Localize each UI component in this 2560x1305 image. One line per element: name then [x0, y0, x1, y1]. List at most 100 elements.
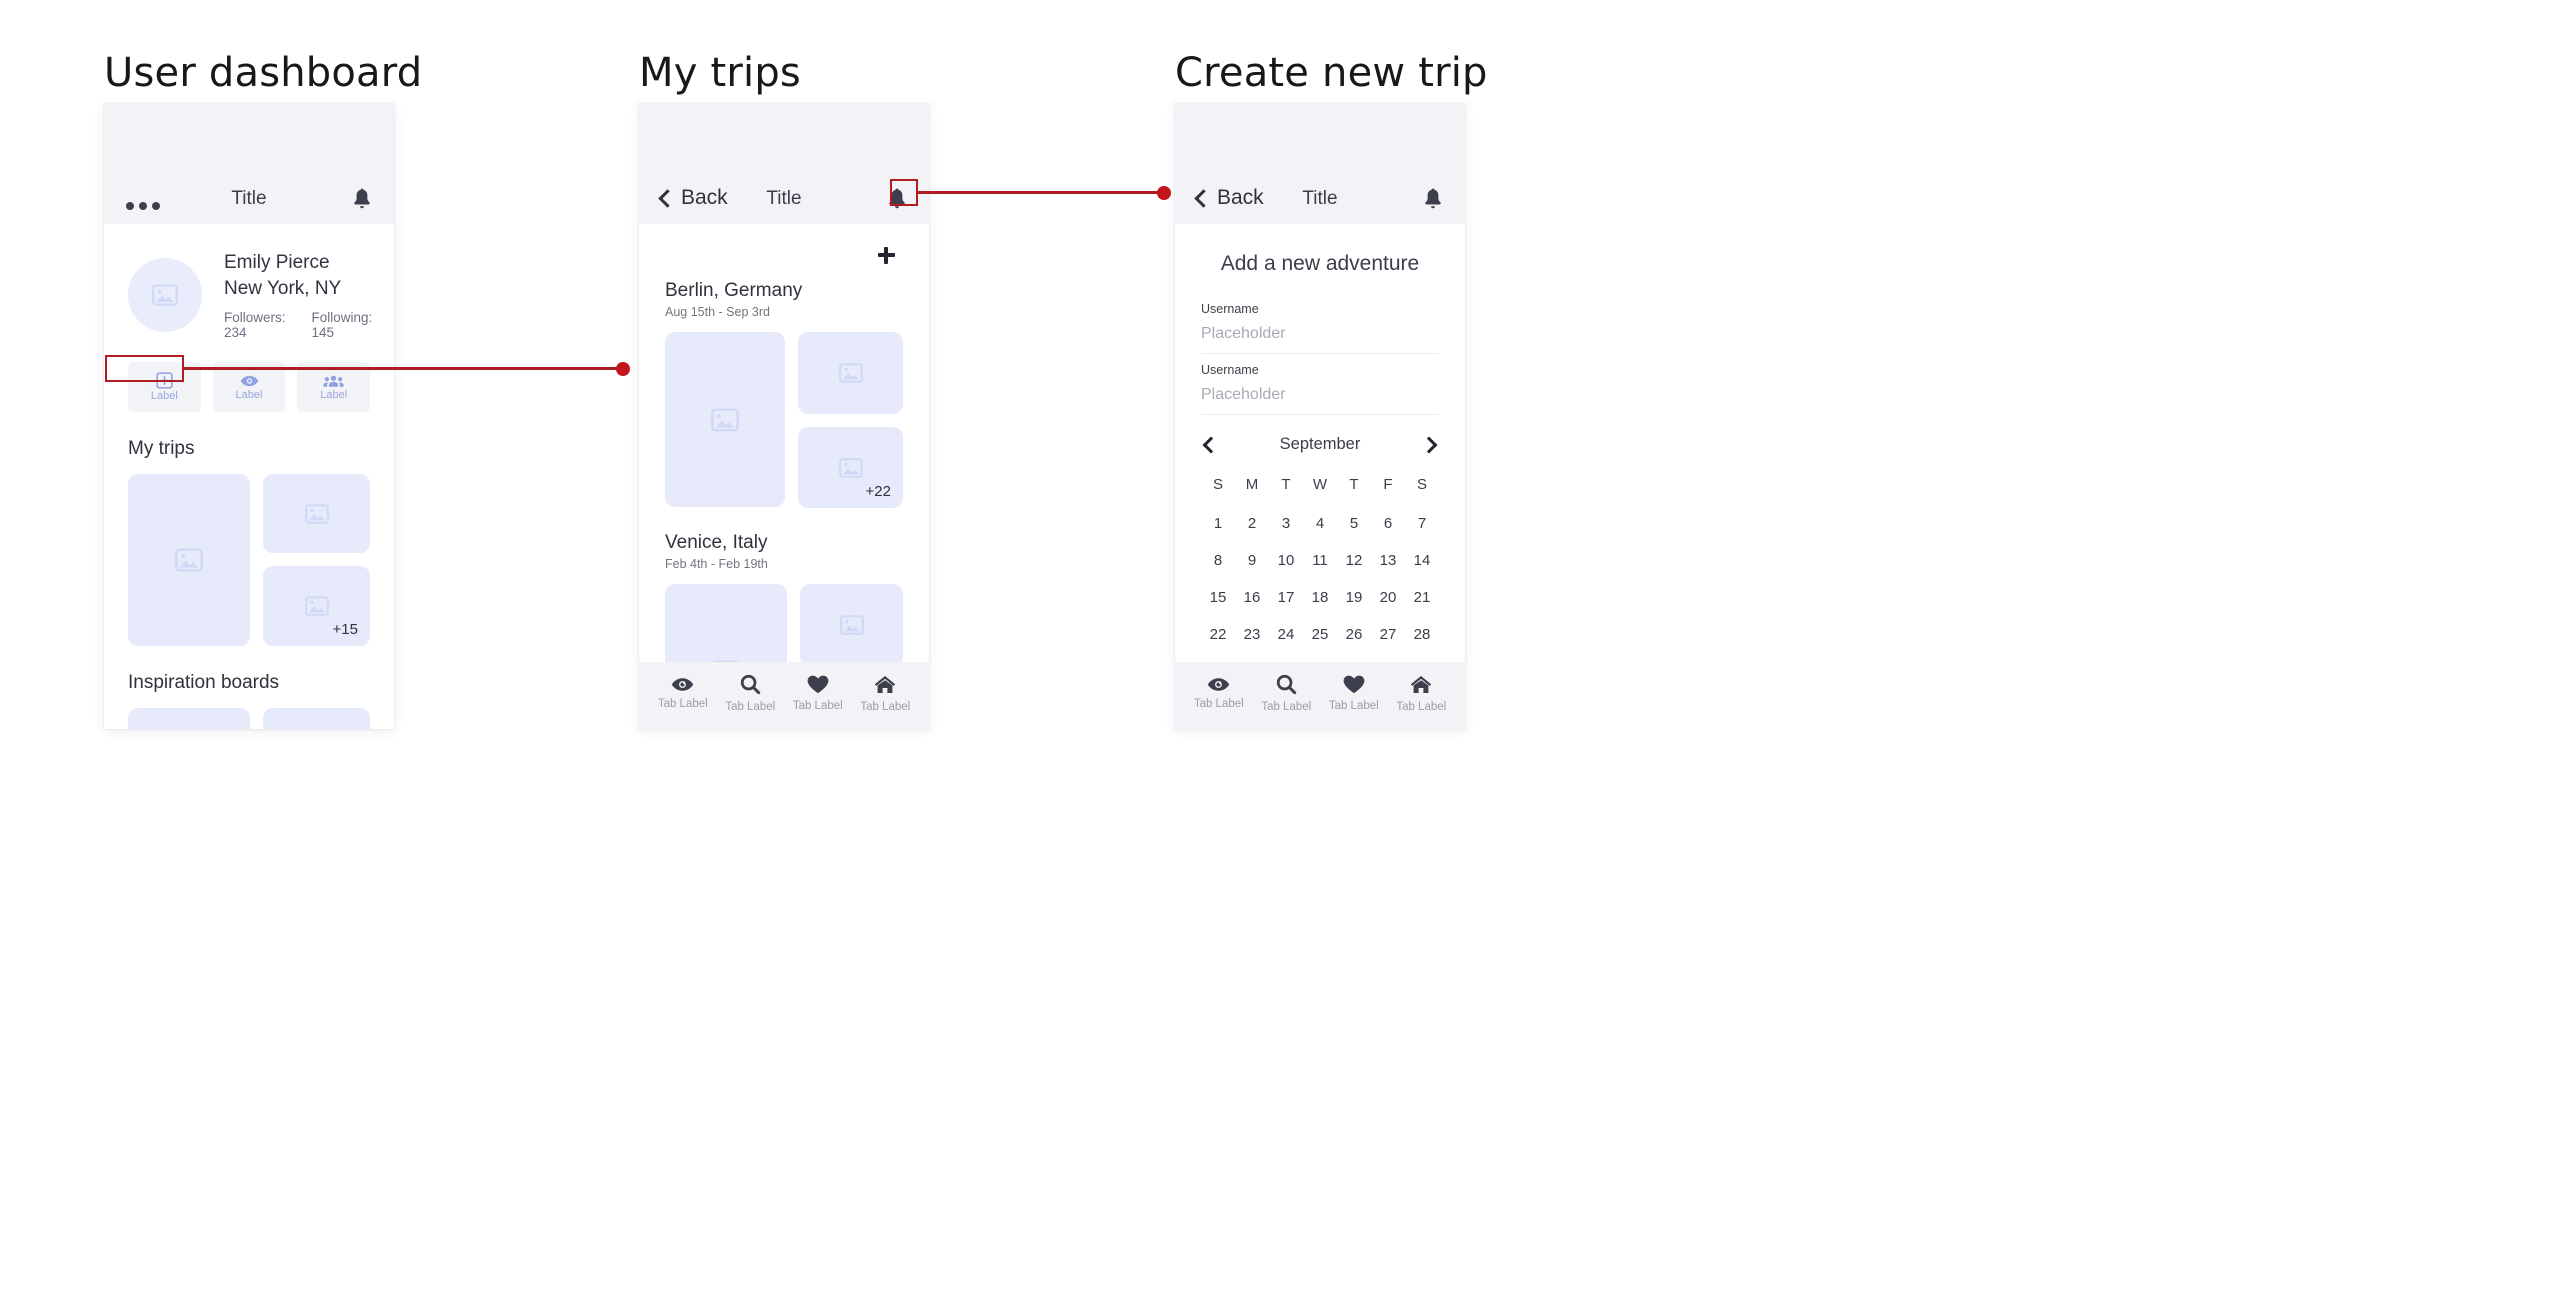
trip-tile[interactable]	[128, 474, 250, 647]
phone-dashboard: Title Emily Pierce New York, NY Follower…	[104, 104, 394, 729]
calendar-day[interactable]: 20	[1371, 579, 1405, 616]
image-placeholder-icon	[838, 457, 863, 478]
calendar-day[interactable]: 11	[1303, 542, 1337, 579]
tab-view[interactable]: Tab Label	[1185, 677, 1253, 710]
page-title-create: Create new trip	[1175, 50, 1488, 96]
tab-label: Tab Label	[1261, 701, 1312, 713]
calendar-day[interactable]: 9	[1235, 542, 1269, 579]
tab-search[interactable]: Tab Label	[1253, 674, 1321, 713]
calendar-day[interactable]: 24	[1269, 616, 1303, 653]
calendar-day[interactable]: 28	[1405, 616, 1439, 653]
section-heading-my-trips: My trips	[128, 438, 195, 460]
action-label: Label	[320, 388, 348, 401]
avatar[interactable]	[128, 258, 202, 333]
image-placeholder-icon	[711, 408, 739, 431]
calendar-day[interactable]: 22	[1201, 616, 1235, 653]
action-button-view[interactable]: Label	[212, 362, 286, 413]
field-input[interactable]: Placeholder	[1201, 316, 1439, 353]
trip-tile[interactable]	[263, 474, 370, 554]
trip-photo-tile[interactable]	[798, 332, 903, 414]
trip-photo-tile[interactable]	[665, 584, 787, 662]
more-menu-button[interactable]	[126, 202, 216, 210]
overflow-count: +22	[865, 483, 891, 500]
calendar-day[interactable]: 5	[1337, 505, 1371, 542]
tab-view[interactable]: Tab Label	[649, 677, 717, 710]
calendar-day[interactable]: 23	[1235, 616, 1269, 653]
calendar-day[interactable]: 18	[1303, 579, 1337, 616]
trip-tile-overflow[interactable]: +15	[263, 566, 370, 647]
calendar-day[interactable]: 6	[1371, 505, 1405, 542]
chevron-left-icon[interactable]	[1202, 436, 1220, 453]
action-button-people[interactable]: Label	[297, 362, 371, 413]
calendar-day[interactable]: 14	[1405, 542, 1439, 579]
calendar-day[interactable]: 27	[1371, 616, 1405, 653]
trips-navbar: Back Title	[639, 104, 929, 224]
notifications-button[interactable]	[352, 188, 372, 210]
eye-icon	[240, 375, 258, 386]
calendar-day[interactable]: 30	[1235, 653, 1269, 662]
calendar-day[interactable]: 2	[1235, 505, 1269, 542]
profile-stats: Followers: 234 Following: 145	[224, 310, 372, 340]
calendar-dow: M	[1245, 476, 1259, 493]
trip-photo-tile[interactable]	[665, 332, 785, 507]
form-field-username-2[interactable]: Username Placeholder	[1175, 363, 1465, 414]
tab-favorites[interactable]: Tab Label	[784, 675, 852, 712]
tab-label: Tab Label	[1193, 698, 1244, 710]
board-tile[interactable]	[128, 708, 250, 729]
annotation-dot-add-trip	[1157, 186, 1171, 200]
field-input[interactable]: Placeholder	[1201, 377, 1439, 414]
trip-dates: Feb 4th - Feb 19th	[665, 557, 768, 571]
calendar-dow: S	[1212, 476, 1223, 493]
profile-location: New York, NY	[224, 277, 342, 299]
calendar-day[interactable]: 29	[1201, 653, 1235, 662]
calendar-day[interactable]: 31	[1269, 653, 1303, 662]
trip-photo-tile-overflow[interactable]: +22	[798, 427, 903, 508]
trip-header: Venice, Italy Feb 4th - Feb 19th	[639, 532, 929, 571]
calendar-day[interactable]: 26	[1337, 616, 1371, 653]
add-trip-row	[639, 224, 929, 272]
calendar-day[interactable]: 13	[1371, 542, 1405, 579]
annotation-box-my-trips	[105, 355, 184, 382]
annotation-line-add-trip	[918, 191, 1166, 194]
image-placeholder-icon	[838, 363, 863, 383]
bell-icon	[354, 188, 370, 209]
chevron-left-icon	[1194, 188, 1213, 208]
page-title-dashboard: User dashboard	[104, 50, 423, 96]
calendar-day[interactable]: 4	[1303, 505, 1337, 542]
calendar-day[interactable]: 1	[1201, 505, 1235, 542]
image-placeholder-icon	[152, 284, 178, 306]
board-tile[interactable]	[263, 708, 370, 729]
calendar-day[interactable]: 10	[1269, 542, 1303, 579]
home-icon	[875, 675, 896, 693]
calendar-day[interactable]: 16	[1235, 579, 1269, 616]
calendar-day[interactable]: 7	[1405, 505, 1439, 542]
calendar-dow: W	[1312, 476, 1328, 493]
field-label: Username	[1201, 363, 1259, 377]
calendar-day[interactable]: 17	[1269, 579, 1303, 616]
create-navbar: Back Title	[1175, 104, 1465, 224]
tab-home[interactable]: Tab Label	[1388, 675, 1456, 713]
calendar-day[interactable]: 21	[1405, 579, 1439, 616]
calendar-day[interactable]: 19	[1337, 579, 1371, 616]
calendar-day[interactable]: 15	[1201, 579, 1235, 616]
form-field-username-1[interactable]: Username Placeholder	[1175, 302, 1465, 353]
calendar-dow: T	[1281, 476, 1291, 493]
tab-home[interactable]: Tab Label	[852, 675, 920, 713]
calendar-day[interactable]: 3	[1269, 505, 1303, 542]
page-title-trips: My trips	[639, 50, 801, 96]
add-trip-button[interactable]	[869, 238, 903, 272]
profile-info: Emily Pierce New York, NY Followers: 234…	[224, 250, 372, 340]
tab-favorites[interactable]: Tab Label	[1320, 675, 1388, 712]
trip-photo-tile[interactable]	[800, 584, 903, 662]
back-button[interactable]: Back	[658, 186, 751, 210]
calendar-day[interactable]: 12	[1337, 542, 1371, 579]
calendar-day[interactable]: 25	[1303, 616, 1337, 653]
create-tabbar: Tab Label Tab Label Tab Label Tab Label	[1175, 662, 1465, 729]
chevron-right-icon[interactable]	[1420, 436, 1438, 453]
notifications-button[interactable]	[1423, 188, 1443, 210]
back-button[interactable]: Back	[1194, 186, 1287, 210]
calendar-day[interactable]: 8	[1201, 542, 1235, 579]
form-title: Add a new adventure	[1220, 252, 1420, 275]
image-placeholder-icon	[839, 615, 864, 635]
tab-search[interactable]: Tab Label	[717, 674, 785, 713]
